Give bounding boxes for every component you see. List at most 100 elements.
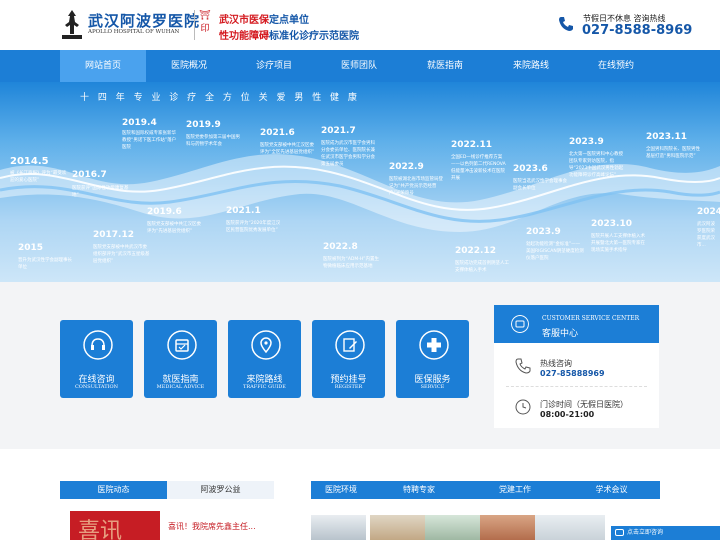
milestone-year: 2019.4 <box>122 118 157 128</box>
clock-icon <box>515 399 531 415</box>
divider <box>506 386 647 387</box>
hotline-number[interactable]: 027-8588-8969 <box>582 23 692 38</box>
tab-academic[interactable]: 学术会议 <box>563 481 660 499</box>
headset-icon <box>83 330 113 360</box>
milestone-desc: 全国ED一线诊疗推荐方案——以色列第二代RENOVA低能量冲击波新技术在医院开展 <box>451 155 506 181</box>
milestone-desc: 医院党支部被中共江汉区委评为“先进基层党组织” <box>147 222 201 234</box>
milestone-desc: 医院和国际权威专家张新华教授“男诺下医工作站”落户医院 <box>122 131 177 150</box>
milestone-year: 2024. <box>697 207 720 217</box>
logo-english-name: APOLLO HOSPITAL OF WUHAN <box>88 29 180 35</box>
chat-icon <box>615 529 624 536</box>
tab-environment[interactable]: 医院环境 <box>311 481 371 499</box>
tab-hospital-news[interactable]: 医院动态 <box>60 481 167 499</box>
calendar-icon <box>167 330 197 360</box>
milestone-year: 2021.7 <box>321 126 356 136</box>
milestone-year: 2021.6 <box>260 128 295 138</box>
environment-photo[interactable] <box>311 515 366 540</box>
hours-value: 08:00-21:00 <box>540 410 595 419</box>
main-nav: 网站首页 医院概况 诊疗项目 医师团队 就医指南 来院路线 在线预约 <box>0 50 720 82</box>
tab-experts[interactable]: 特聘专家 <box>371 481 467 499</box>
milestone-year: 2022.12 <box>455 246 496 256</box>
tab-party-building[interactable]: 党建工作 <box>467 481 563 499</box>
milestone-year: 2023.6 <box>513 164 548 174</box>
customer-service-title: 客服中心 <box>542 329 579 339</box>
milestone-desc: 晋升为武汉性学会副理事长单位 <box>18 258 72 270</box>
customer-service-header: CUSTOMER SERVICE CENTER 客服中心 <box>494 305 659 343</box>
customer-service-panel: CUSTOMER SERVICE CENTER 客服中心 热线咨询 027-85… <box>494 305 659 428</box>
service-register[interactable]: 预约挂号 REGISTER <box>312 320 385 398</box>
service-label-en: SERVICE <box>420 384 445 390</box>
news-thumbnail[interactable]: 喜讯 <box>70 511 160 540</box>
logo-divider <box>194 10 195 40</box>
milestone-desc: 医院被湖北省市场监管局登记为“共产党员示范经营户”光荣称号 <box>389 177 443 196</box>
milestone-desc: 被《长江商报》评为“最受欢迎的爱心医院” <box>10 171 67 183</box>
milestone-year: 2021.1 <box>226 206 261 216</box>
milestone-desc: 医院当选武汉性学会理事会副会长单位 <box>513 179 567 191</box>
phone-icon <box>515 358 531 374</box>
service-label-en: CONSULTATION <box>74 384 119 390</box>
phone-icon <box>559 17 573 31</box>
milestone-desc: 医院成为武汉市医学会男科分会委员单位、医院院长兼任武汉市医学会男科学分会第五届委… <box>321 141 375 167</box>
nav-home[interactable]: 网站首页 <box>60 50 146 82</box>
milestone-desc: 医院党支部被中共武汉市委组织部评为“武汉市五星级基层党组织” <box>93 245 150 264</box>
milestone-desc: 医院党支部被中共江汉区委评为“全区先进基层党组织” <box>260 143 315 155</box>
chat-icon <box>511 315 529 333</box>
tagline-insurance: 武汉市医保定点单位 <box>219 15 309 26</box>
milestone-year: 2022.9 <box>389 162 424 172</box>
timeline-banner[interactable]: 十 四 年 专 业 诊 疗 全 方 位 关 爱 男 性 健 康 2014.5 被… <box>0 82 720 282</box>
customer-service-title-en: CUSTOMER SERVICE CENTER <box>542 315 640 322</box>
service-traffic-guide[interactable]: 来院路线 TRAFFIC GUIDE <box>228 320 301 398</box>
milestone-desc: 北大第一医院男科中心教授团队专家到访医院，指导“2023中国武汉男性勃起功能障碍… <box>569 152 624 178</box>
milestone-desc: 医院被列为“ADM-H”内置生物微植临床应用示范基地 <box>323 257 379 269</box>
service-consultation[interactable]: 在线咨询 CONSULTATION <box>60 320 133 398</box>
milestone-year: 2023.11 <box>646 132 687 142</box>
milestone-desc: 全国男科院院长、医院男性基层打造“男科医院示范” <box>646 147 700 159</box>
hotline-label: 热线咨询 <box>540 359 572 368</box>
nav-guide[interactable]: 就医指南 <box>402 50 488 82</box>
milestone-desc: 医院获评“国际性功能康复基地” <box>72 186 129 198</box>
consult-now-button[interactable]: 点击立即咨询 <box>611 526 720 540</box>
info-tabs: 医院环境 特聘专家 党建工作 学术会议 <box>311 481 660 499</box>
milestone-desc: 医院开展人工支撑体植入术开展暨北大第一医院专家在现场实施手术指导 <box>591 234 645 253</box>
service-insurance[interactable]: 医保服务 SERVICE <box>396 320 469 398</box>
milestone-year: 2014.5 <box>10 156 49 167</box>
nav-route[interactable]: 来院路线 <box>488 50 574 82</box>
service-label-en: TRAFFIC GUIDE <box>243 384 286 390</box>
tab-charity[interactable]: 阿波罗公益 <box>167 481 274 499</box>
logo-chinese-name[interactable]: 武汉阿波罗医院 <box>88 10 200 31</box>
nav-treatment[interactable]: 诊疗项目 <box>231 50 317 82</box>
environment-photo[interactable] <box>480 515 535 540</box>
hotline-phone-number[interactable]: 027-85888969 <box>540 369 605 378</box>
milestone-year: 2022.11 <box>451 140 492 150</box>
service-label-en: REGISTER <box>334 384 363 390</box>
location-pin-icon <box>251 330 281 360</box>
milestone-year: 2016.7 <box>72 170 107 180</box>
milestone-desc: 医院获评为“2020年度江汉区民营医院优秀发展单位” <box>226 221 281 233</box>
milestone-desc: 医院党委参加第三届中国男科与药物学术年会 <box>186 135 240 147</box>
milestone-year: 2017.12 <box>93 230 134 240</box>
news-headline[interactable]: 喜讯！我院席先鑫主任... <box>168 521 256 532</box>
seal-stamp-icon: ⛩ 印 <box>199 11 211 34</box>
hours-label: 门诊时间（无假日医院） <box>540 400 628 409</box>
milestone-desc: 医院成功完成首例阴茎人工支撑体植入手术 <box>455 261 509 273</box>
environment-photo[interactable] <box>535 515 605 540</box>
nav-hospital-overview[interactable]: 医院概况 <box>146 50 232 82</box>
milestone-desc: 武汉阿波罗医院荣获度武汉市... <box>697 222 715 248</box>
milestone-year: 2015 <box>18 243 44 253</box>
nav-doctors[interactable]: 医师团队 <box>316 50 402 82</box>
milestone-year: 2023.10 <box>591 219 632 229</box>
tagline-standard: 性功能障碍标准化诊疗示范医院 <box>219 31 359 42</box>
milestone-desc: 勃起功能检测“金标准”——美国RIGISCAN阴茎硬度检测仪落户医院 <box>526 242 584 261</box>
apollo-logo-icon[interactable] <box>60 8 84 40</box>
milestone-year: 2022.8 <box>323 242 358 252</box>
edit-icon <box>335 330 365 360</box>
service-medical-advice[interactable]: 就医指南 MEDICAL ADVICE <box>144 320 217 398</box>
milestone-year: 2019.9 <box>186 120 221 130</box>
milestone-year: 2019.6 <box>147 207 182 217</box>
nav-booking[interactable]: 在线预约 <box>573 50 659 82</box>
environment-photo[interactable] <box>425 515 480 540</box>
milestone-year: 2023.9 <box>569 137 604 147</box>
news-tabs: 医院动态 阿波罗公益 <box>60 481 274 499</box>
milestone-year: 2023.9 <box>526 227 561 237</box>
environment-photo[interactable] <box>370 515 425 540</box>
